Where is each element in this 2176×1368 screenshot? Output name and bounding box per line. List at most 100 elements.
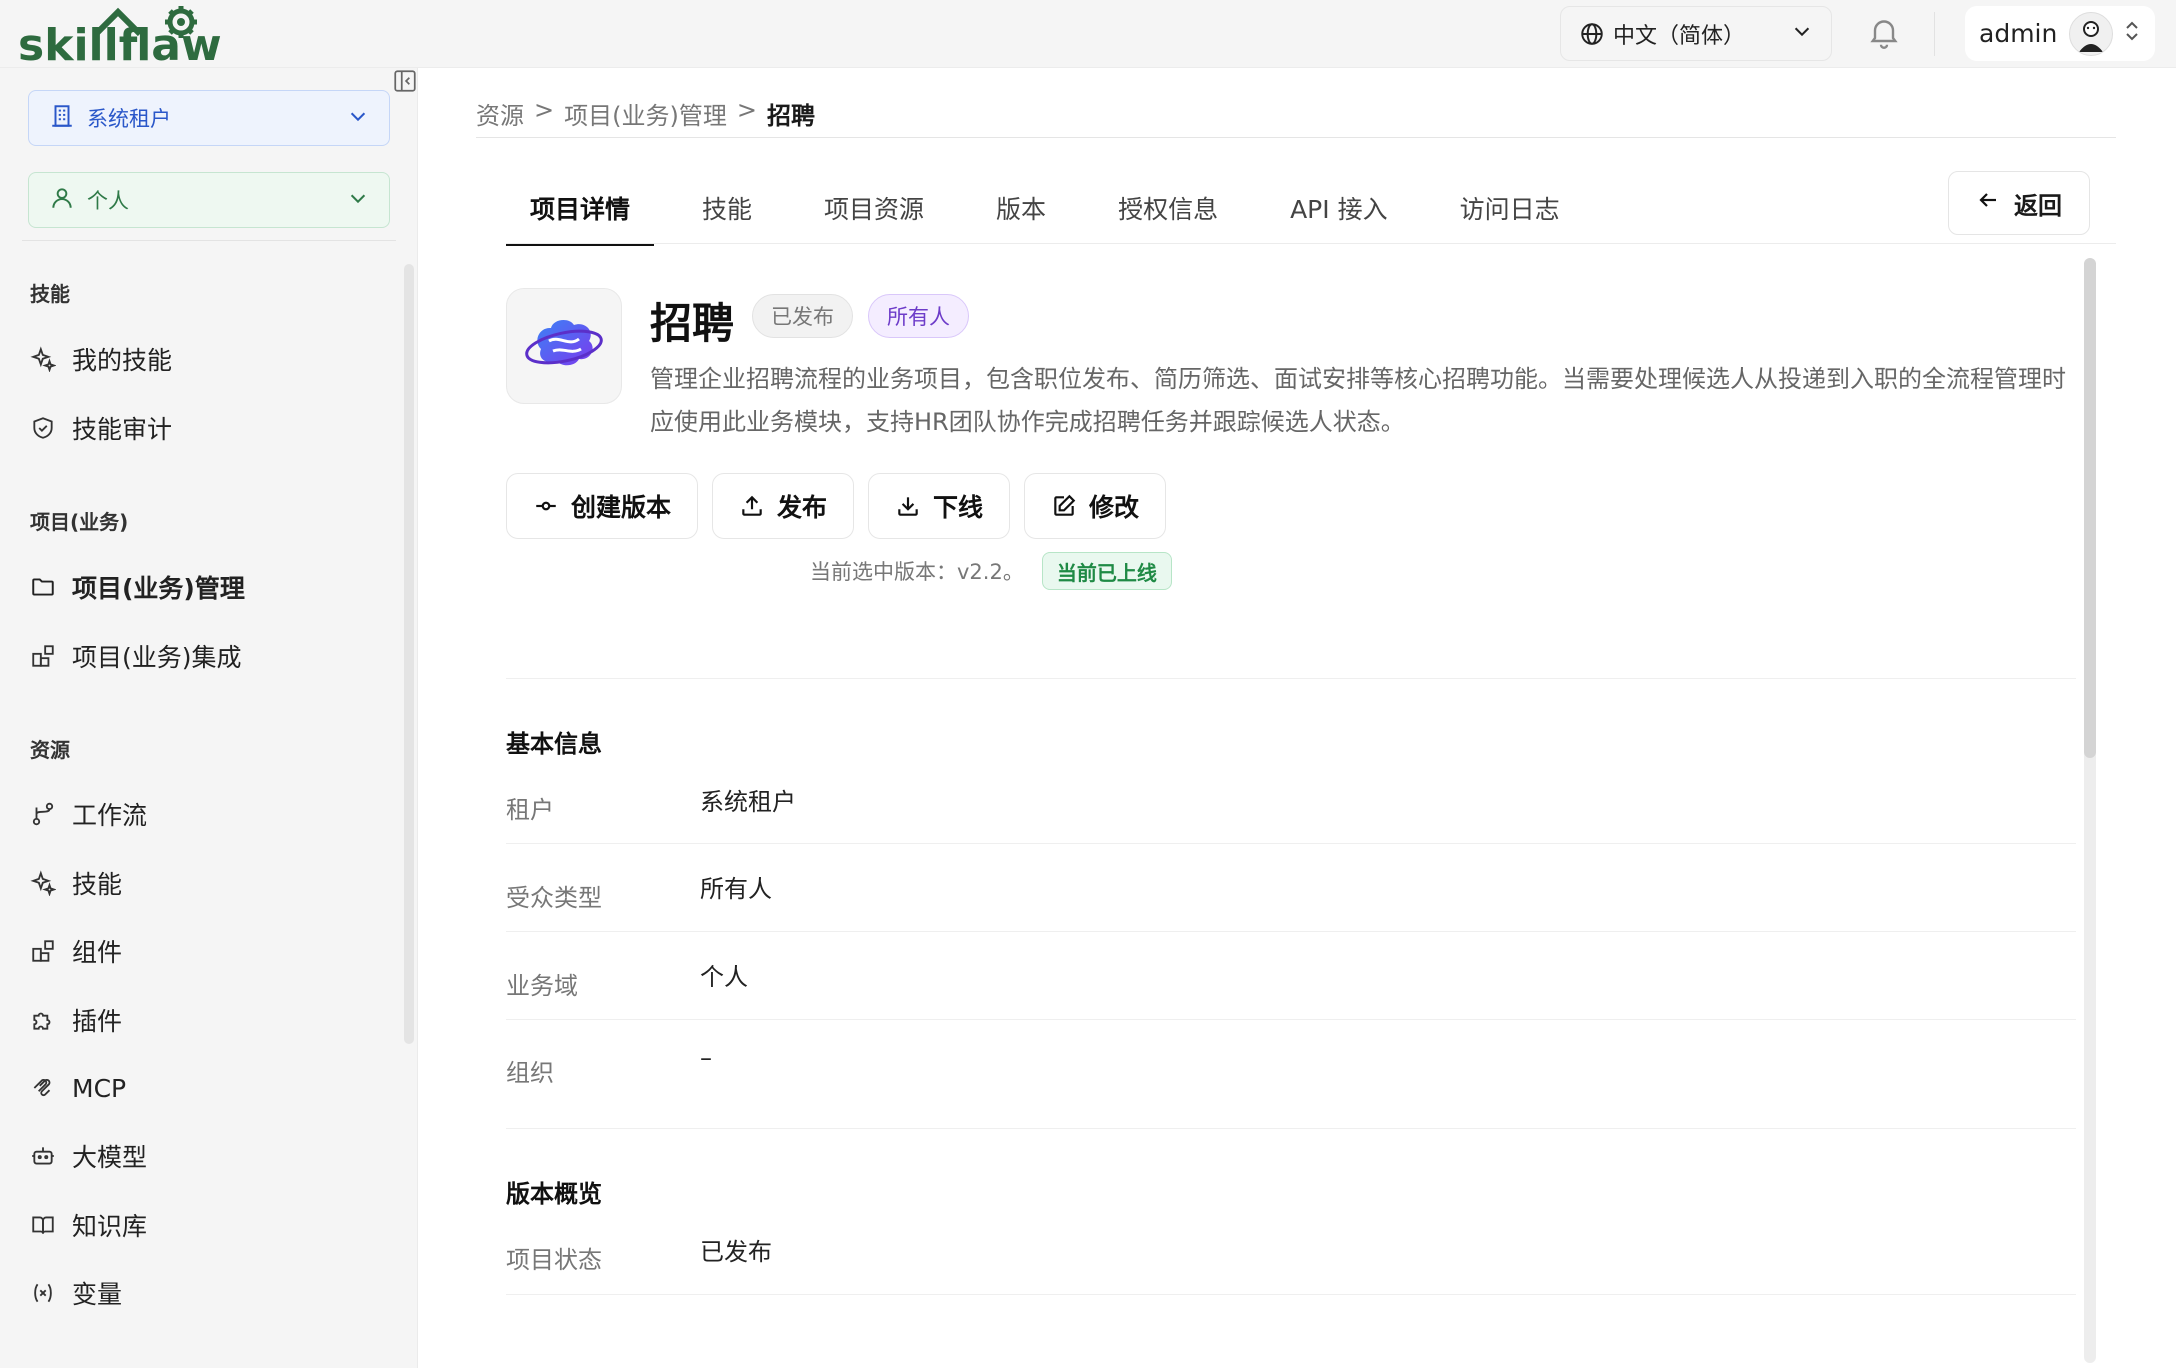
workflow-icon bbox=[28, 799, 58, 829]
row-divider bbox=[506, 1019, 2076, 1020]
shield-icon bbox=[28, 413, 58, 443]
breadcrumb-separator: > bbox=[736, 96, 757, 124]
domain-label: 个人 bbox=[87, 189, 129, 213]
upload-icon bbox=[739, 493, 765, 519]
sidebar-divider bbox=[22, 240, 396, 241]
puzzle-icon bbox=[28, 1005, 58, 1035]
sidebar-item-project-integration[interactable]: 项目(业务)集成 bbox=[28, 631, 398, 681]
sidebar-scrollbar[interactable] bbox=[404, 264, 414, 1044]
organization-value: – bbox=[700, 1044, 712, 1072]
tab-api-access[interactable]: API 接入 bbox=[1266, 184, 1412, 246]
user-menu[interactable]: admin bbox=[1965, 6, 2155, 61]
logo-text: skillflaw bbox=[18, 20, 222, 64]
audience-badge: 所有人 bbox=[868, 294, 969, 338]
sidebar-item-label: 项目(业务)管理 bbox=[72, 574, 245, 603]
chevron-updown-icon bbox=[2123, 18, 2141, 50]
edit-label: 修改 bbox=[1089, 493, 1140, 522]
sidebar-item-skills[interactable]: 技能 bbox=[28, 858, 398, 908]
robot-icon bbox=[28, 1141, 58, 1171]
blocks-icon bbox=[28, 641, 58, 671]
breadcrumb-resources[interactable]: 资源 bbox=[476, 96, 524, 131]
edit-button[interactable]: 修改 bbox=[1024, 473, 1167, 539]
status-badge: 已发布 bbox=[752, 294, 853, 338]
section-divider bbox=[506, 678, 2076, 679]
current-version-row: 当前选中版本：v2.2。 当前已上线 bbox=[810, 552, 1172, 590]
sidebar-item-label: 大模型 bbox=[72, 1143, 148, 1172]
sidebar-item-skill-audit[interactable]: 技能审计 bbox=[28, 403, 398, 453]
breadcrumb-divider bbox=[476, 137, 2116, 138]
top-bar: skillflaw 中文（简体） admin bbox=[0, 0, 2176, 71]
sidebar-item-llm[interactable]: 大模型 bbox=[28, 1131, 398, 1181]
offline-label: 下线 bbox=[933, 493, 984, 522]
row-divider bbox=[506, 1294, 2076, 1295]
sidebar-item-project-management[interactable]: 项目(业务)管理 bbox=[28, 562, 398, 612]
book-icon bbox=[28, 1210, 58, 1240]
row-divider bbox=[506, 931, 2076, 932]
collapse-sidebar-icon[interactable] bbox=[392, 68, 418, 94]
content-scrollbar[interactable] bbox=[2084, 258, 2096, 1363]
arrow-left-icon bbox=[1976, 188, 2000, 218]
breadcrumb: 资源 > 项目(业务)管理 > 招聘 bbox=[476, 96, 815, 131]
sidebar-item-label: 知识库 bbox=[72, 1212, 148, 1241]
business-domain-value: 个人 bbox=[700, 963, 748, 991]
tab-project-details[interactable]: 项目详情 bbox=[506, 184, 655, 246]
offline-button[interactable]: 下线 bbox=[868, 473, 1011, 539]
sidebar-item-label: MCP bbox=[72, 1073, 127, 1103]
tenant-label: 系统租户 bbox=[87, 107, 171, 131]
audience-type-value: 所有人 bbox=[700, 875, 772, 903]
download-icon bbox=[895, 493, 921, 519]
back-button[interactable]: 返回 bbox=[1948, 171, 2090, 235]
chevron-down-icon bbox=[1791, 20, 1813, 48]
version-overview-title: 版本概览 bbox=[506, 1180, 602, 1208]
project-app-icon bbox=[506, 288, 622, 404]
breadcrumb-current: 招聘 bbox=[766, 102, 815, 130]
sidebar-item-label: 插件 bbox=[72, 1007, 123, 1036]
language-select[interactable]: 中文（简体） bbox=[1560, 6, 1832, 61]
breadcrumb-project-management[interactable]: 项目(业务)管理 bbox=[564, 96, 727, 131]
business-domain-label: 业务域 bbox=[506, 972, 578, 1000]
avatar bbox=[2069, 11, 2113, 56]
tab-versions[interactable]: 版本 bbox=[972, 184, 1070, 246]
scrollbar-thumb[interactable] bbox=[2084, 258, 2096, 758]
tab-bar: 项目详情 技能 项目资源 版本 授权信息 API 接入 访问日志 bbox=[506, 184, 1608, 246]
tenant-label: 租户 bbox=[506, 796, 554, 824]
tab-authorization[interactable]: 授权信息 bbox=[1094, 184, 1242, 246]
sidebar-item-workflow[interactable]: 工作流 bbox=[28, 789, 398, 839]
sidebar-item-my-skills[interactable]: 我的技能 bbox=[28, 334, 398, 384]
sidebar-item-mcp[interactable]: MCP bbox=[28, 1063, 398, 1113]
online-status-badge: 当前已上线 bbox=[1041, 552, 1172, 590]
current-version-text: 当前选中版本：v2.2。 bbox=[810, 560, 1024, 584]
mcp-icon bbox=[28, 1073, 58, 1103]
tab-project-resources[interactable]: 项目资源 bbox=[800, 184, 948, 246]
sidebar-item-label: 我的技能 bbox=[72, 346, 173, 375]
tab-access-logs[interactable]: 访问日志 bbox=[1436, 184, 1584, 246]
sidebar-item-variables[interactable]: 变量 bbox=[28, 1268, 398, 1318]
project-status-label: 项目状态 bbox=[506, 1246, 602, 1274]
tenant-select[interactable]: 系统租户 bbox=[28, 90, 390, 146]
create-version-button[interactable]: 创建版本 bbox=[506, 473, 699, 539]
skillflaw-logo[interactable]: skillflaw bbox=[18, 4, 248, 71]
user-icon bbox=[49, 185, 75, 216]
language-label: 中文（简体） bbox=[1613, 23, 1746, 49]
sidebar-item-knowledge-base[interactable]: 知识库 bbox=[28, 1200, 398, 1250]
sidebar-item-plugins[interactable]: 插件 bbox=[28, 995, 398, 1045]
sidebar-item-label: 组件 bbox=[72, 938, 123, 967]
main-content: 资源 > 项目(业务)管理 > 招聘 项目详情 技能 项目资源 版本 授权信息 … bbox=[418, 68, 2176, 1368]
edit-icon bbox=[1051, 493, 1077, 519]
chevron-down-icon bbox=[347, 105, 369, 132]
sidebar-item-label: 变量 bbox=[72, 1280, 123, 1309]
sidebar-section-skills: 技能 bbox=[30, 282, 70, 306]
tab-skills[interactable]: 技能 bbox=[678, 184, 776, 246]
header-divider bbox=[1934, 12, 1935, 56]
sidebar-item-label: 工作流 bbox=[72, 801, 148, 830]
publish-button[interactable]: 发布 bbox=[712, 473, 855, 539]
notification-bell-icon[interactable] bbox=[1866, 14, 1902, 50]
sidebar-item-components[interactable]: 组件 bbox=[28, 926, 398, 976]
domain-select[interactable]: 个人 bbox=[28, 172, 390, 228]
sidebar-section-projects: 项目(业务) bbox=[30, 510, 129, 534]
back-label: 返回 bbox=[2014, 191, 2062, 220]
publish-label: 发布 bbox=[777, 493, 828, 522]
blocks-icon bbox=[28, 936, 58, 966]
organization-label: 组织 bbox=[506, 1059, 554, 1087]
audience-type-label: 受众类型 bbox=[506, 884, 602, 912]
